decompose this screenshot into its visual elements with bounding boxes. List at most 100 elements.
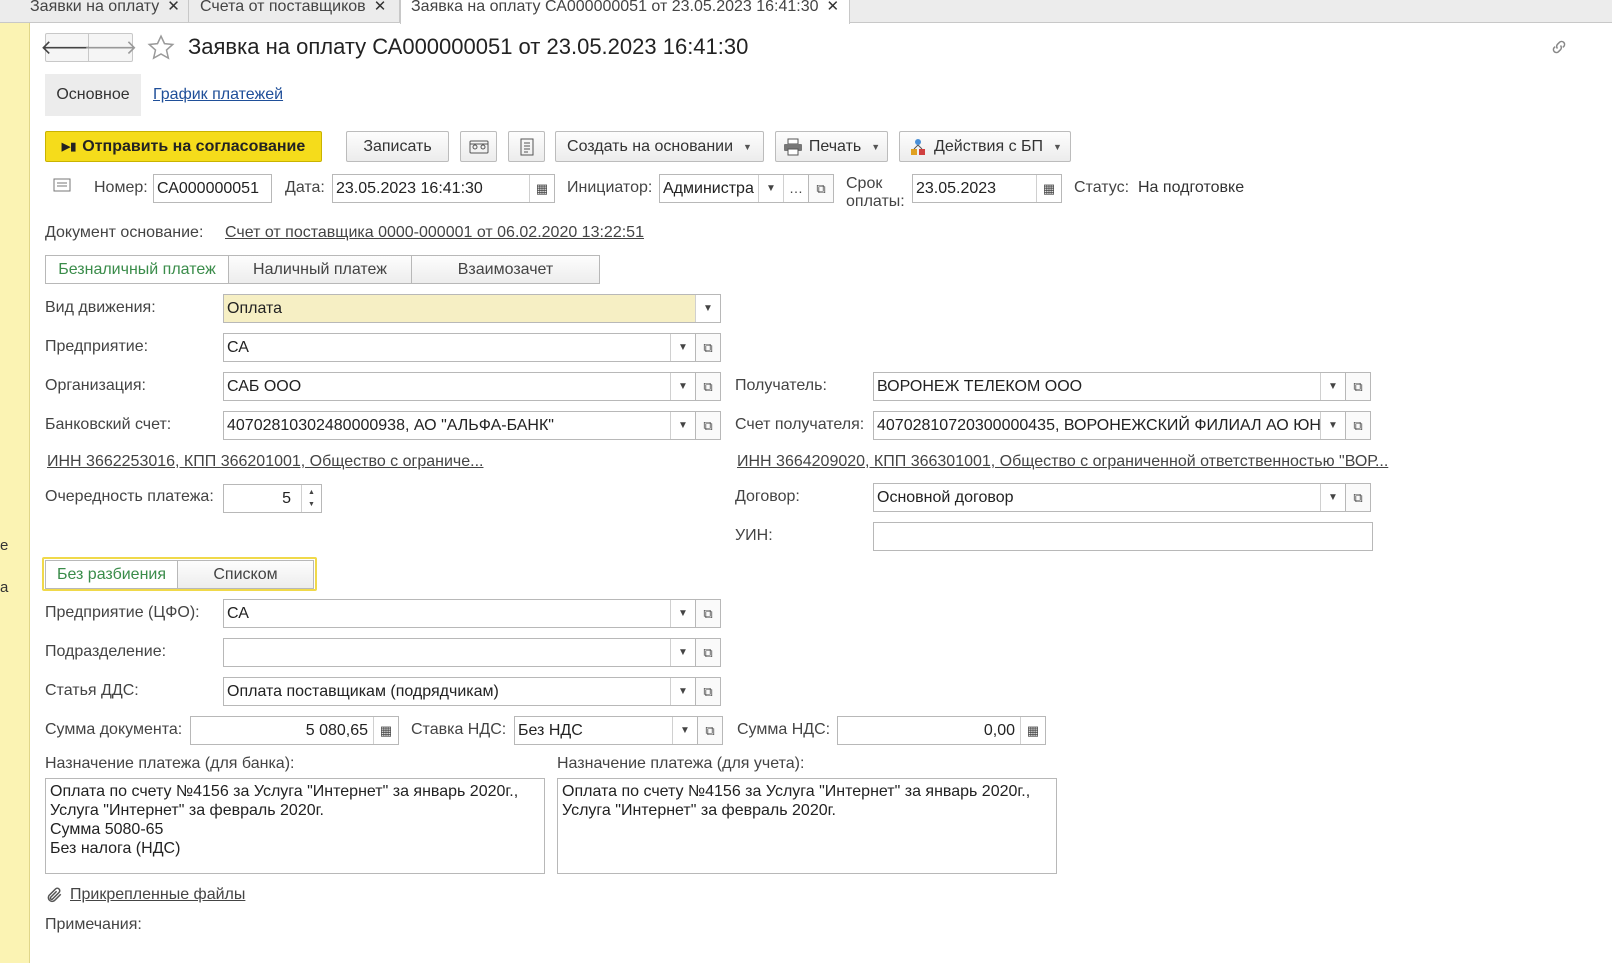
comment-icon[interactable] — [53, 178, 71, 194]
payment-type-cashless[interactable]: Безналичный платеж — [45, 255, 229, 284]
calculator-button[interactable]: ▦ — [373, 717, 398, 744]
forward-button[interactable]: 🡒 — [84, 33, 137, 62]
date-field[interactable]: 23.05.2023 16:41:30 ▦ — [332, 174, 555, 203]
dropdown-button[interactable]: ▼ — [670, 334, 695, 361]
create-based-on-button[interactable]: Создать на основании ▼ — [555, 131, 764, 162]
save-button[interactable]: Записать — [346, 131, 449, 162]
close-icon[interactable]: ✕ — [167, 0, 180, 15]
back-button[interactable]: 🡐 — [40, 33, 94, 62]
initiator-field[interactable]: Администра ▼ … — [659, 174, 809, 203]
open-dds-button[interactable]: ⧉ — [695, 677, 721, 706]
recipient-account-label: Счет получателя: — [735, 416, 865, 433]
payment-type-cash[interactable]: Наличный платеж — [228, 255, 412, 284]
left-panel: е а — [0, 23, 30, 963]
vat-rate-value: Без НДС — [518, 722, 583, 739]
organization-label: Организация: — [45, 377, 146, 394]
report-button[interactable] — [508, 131, 545, 162]
open-bank-account-button[interactable]: ⧉ — [695, 411, 721, 440]
open-enterprise-button[interactable]: ⧉ — [695, 333, 721, 362]
open-initiator-button[interactable]: ⧉ — [808, 174, 834, 203]
recipient-account-field[interactable]: 40702810720300000435, ВОРОНЕЖСКИЙ ФИЛИАЛ… — [873, 411, 1346, 440]
link-icon[interactable] — [1550, 38, 1568, 56]
left-panel-text: а — [0, 579, 9, 596]
dropdown-button[interactable]: ▼ — [670, 678, 695, 705]
purpose-accounting-textarea[interactable]: Оплата по счету №4156 за Услуга "Интерне… — [557, 778, 1057, 874]
section-main[interactable]: Основное — [45, 74, 141, 116]
calendar-icon: ▦ — [535, 181, 549, 196]
dropdown-button[interactable]: ▼ — [1320, 373, 1345, 400]
open-icon: ⧉ — [703, 683, 713, 699]
date-label: Дата: — [285, 179, 325, 196]
print-button[interactable]: Печать ▼ — [775, 131, 888, 162]
priority-stepper[interactable]: ▲ ▼ — [301, 485, 321, 512]
send-for-approval-button[interactable]: ▶▮ Отправить на согласование — [45, 131, 322, 162]
dropdown-button[interactable]: ▼ — [672, 717, 697, 744]
cfo-field[interactable]: СА ▼ — [223, 599, 696, 628]
number-field[interactable]: СА000000051 — [153, 174, 272, 203]
vat-rate-field[interactable]: Без НДС ▼ — [514, 716, 698, 745]
dropdown-button[interactable]: ▼ — [670, 412, 695, 439]
open-icon: ⧉ — [703, 378, 713, 394]
select-button[interactable]: … — [783, 175, 808, 202]
open-icon: ⧉ — [1353, 489, 1363, 505]
recipient-inn-link[interactable]: ИНН 3664209020, КПП 366301001, Общество … — [737, 453, 1388, 471]
dropdown-button[interactable]: ▼ — [670, 600, 695, 627]
open-vat-rate-button[interactable]: ⧉ — [697, 716, 723, 745]
dds-field[interactable]: Оплата поставщикам (подрядчикам) ▼ — [223, 677, 696, 706]
status-label: Статус: — [1074, 179, 1130, 196]
purpose-bank-textarea[interactable]: Оплата по счету №4156 за Услуга "Интерне… — [45, 778, 545, 874]
calendar-button[interactable]: ▦ — [529, 175, 554, 202]
chevron-down-icon: ▼ — [678, 647, 688, 658]
split-mode-list[interactable]: Списком — [177, 560, 314, 589]
star-icon[interactable] — [146, 33, 176, 63]
chevron-down-icon: ▼ — [1328, 420, 1338, 431]
bp-actions-button[interactable]: Действия с БП ▼ — [899, 131, 1071, 162]
vat-sum-field[interactable]: 0,00 ▦ — [837, 716, 1046, 745]
organization-field[interactable]: САБ ООО ▼ — [223, 372, 696, 401]
ellipsis-icon: … — [789, 180, 803, 196]
calculator-button[interactable]: ▦ — [1020, 717, 1045, 744]
close-icon[interactable]: ✕ — [827, 0, 840, 15]
due-date-field[interactable]: 23.05.2023 ▦ — [912, 174, 1062, 203]
movement-field[interactable]: Оплата ▼ — [223, 294, 721, 323]
sum-field[interactable]: 5 080,65 ▦ — [190, 716, 399, 745]
department-field[interactable]: ▼ — [223, 638, 696, 667]
dropdown-button[interactable]: ▼ — [695, 295, 720, 322]
open-contract-button[interactable]: ⧉ — [1345, 483, 1371, 512]
section-payment-schedule[interactable]: График платежей — [153, 74, 283, 116]
split-mode-none[interactable]: Без разбиения — [45, 560, 178, 589]
open-organization-button[interactable]: ⧉ — [695, 372, 721, 401]
chevron-up-icon[interactable]: ▲ — [308, 487, 315, 499]
enterprise-field[interactable]: СА ▼ — [223, 333, 696, 362]
register-button[interactable] — [460, 131, 497, 162]
dropdown-button[interactable]: ▼ — [670, 639, 695, 666]
basis-link[interactable]: Счет от поставщика 0000-000001 от 06.02.… — [225, 224, 644, 242]
payment-type-offset[interactable]: Взаимозачет — [411, 255, 600, 284]
dropdown-button[interactable]: ▼ — [670, 373, 695, 400]
open-icon: ⧉ — [816, 180, 826, 196]
tab-supplier-invoices[interactable]: Счета от поставщиков ✕ — [190, 0, 400, 23]
recipient-field[interactable]: ВОРОНЕЖ ТЕЛЕКОМ ООО ▼ — [873, 372, 1346, 401]
tab-payment-requests[interactable]: Заявки на оплату ✕ — [20, 0, 189, 23]
tab-current-request[interactable]: Заявка на оплату СА000000051 от 23.05.20… — [400, 0, 850, 24]
attached-files-link[interactable]: Прикрепленные файлы — [70, 886, 245, 904]
open-recipient-account-button[interactable]: ⧉ — [1345, 411, 1371, 440]
open-recipient-button[interactable]: ⧉ — [1345, 372, 1371, 401]
chevron-down-icon: ▼ — [678, 608, 688, 619]
organization-inn-link[interactable]: ИНН 3662253016, КПП 366201001, Общество … — [47, 453, 483, 471]
priority-field[interactable]: 5 ▲ ▼ — [223, 484, 322, 513]
chevron-down-icon[interactable]: ▼ — [308, 499, 315, 511]
dropdown-button[interactable]: ▼ — [1320, 484, 1345, 511]
dropdown-button[interactable]: ▼ — [1320, 412, 1345, 439]
uin-field[interactable] — [873, 522, 1373, 551]
dds-label: Статья ДДС: — [45, 682, 139, 699]
bank-account-field[interactable]: 40702810302480000938, АО "АЛЬФА-БАНК" ▼ — [223, 411, 696, 440]
purpose-accounting-label: Назначение платежа (для учета): — [557, 755, 805, 772]
open-department-button[interactable]: ⧉ — [695, 638, 721, 667]
close-icon[interactable]: ✕ — [374, 0, 387, 15]
contract-field[interactable]: Основной договор ▼ — [873, 483, 1346, 512]
calendar-button[interactable]: ▦ — [1036, 175, 1061, 202]
recipient-account-value: 40702810720300000435, ВОРОНЕЖСКИЙ ФИЛИАЛ… — [877, 417, 1333, 434]
open-cfo-button[interactable]: ⧉ — [695, 599, 721, 628]
dropdown-button[interactable]: ▼ — [758, 175, 783, 202]
